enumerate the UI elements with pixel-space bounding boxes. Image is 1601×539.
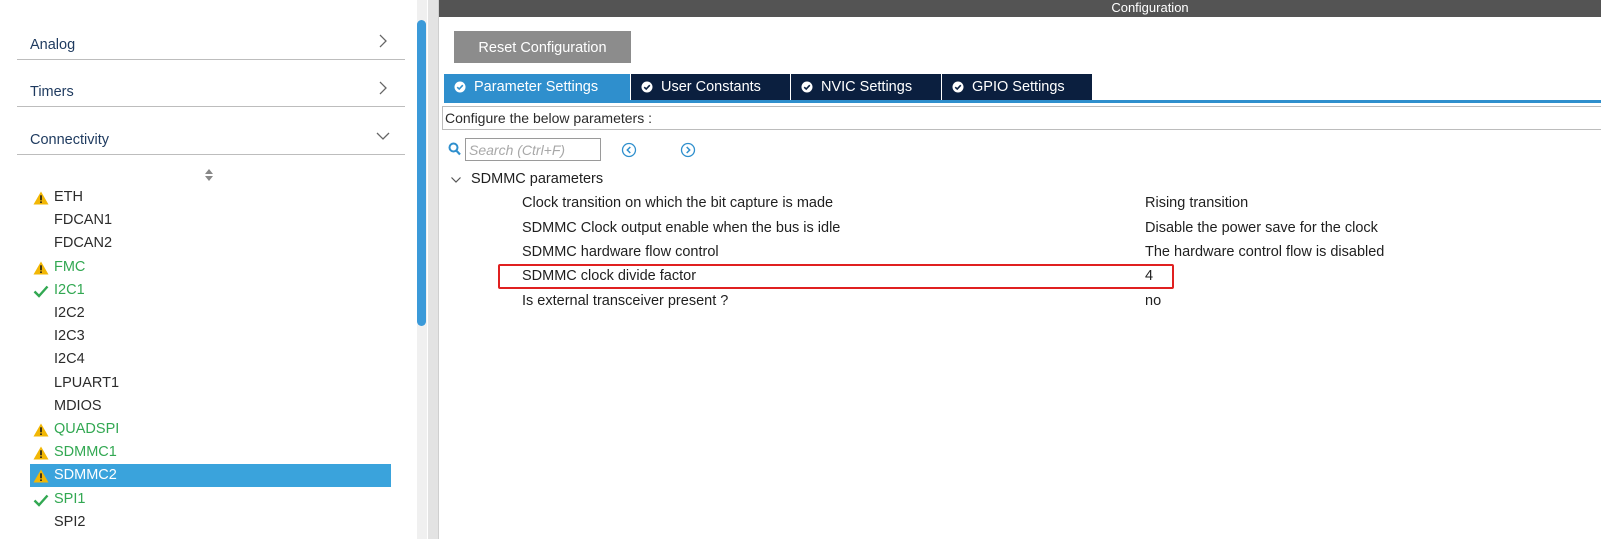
peripheral-item-fdcan1[interactable]: FDCAN1 [30, 209, 391, 232]
chevron-down-icon [376, 132, 390, 140]
parameter-value[interactable]: no [1145, 293, 1161, 309]
chevron-right-icon [379, 81, 387, 95]
category-connectivity[interactable]: Connectivity [17, 124, 405, 155]
tab-label: User Constants [661, 79, 761, 95]
peripheral-label: FMC [54, 258, 86, 275]
category-label: Timers [30, 84, 74, 100]
parameter-value[interactable]: 4 [1145, 268, 1153, 284]
category-label: Analog [30, 37, 76, 53]
tab-gpio-settings[interactable]: GPIO Settings [942, 74, 1093, 100]
warning-triangle-icon [33, 191, 49, 205]
sort-icon[interactable] [203, 167, 215, 183]
peripheral-item-mdios[interactable]: MDIOS [30, 395, 391, 418]
parameter-row[interactable]: Clock transition on which the bit captur… [522, 195, 1522, 217]
peripheral-label: FDCAN2 [54, 235, 113, 252]
peripheral-label: SPI1 [54, 490, 86, 507]
tab-label: NVIC Settings [821, 79, 913, 95]
sidebar: Analog Timers Connectivity ETH FDCAN1 FDCA… [0, 0, 418, 539]
warning-triangle-icon [33, 469, 49, 483]
configuration-header: Configuration [439, 0, 1601, 17]
check-circle-icon [454, 81, 466, 93]
chevron-right-icon [379, 34, 387, 48]
category-label: Connectivity [30, 132, 109, 148]
circle-chevron-right-icon[interactable] [680, 142, 696, 158]
configuration-title: Configuration [1111, 0, 1189, 15]
peripheral-label: I2C4 [54, 351, 85, 368]
parameter-name: SDMMC hardware flow control [522, 244, 719, 260]
parameter-name: SDMMC Clock output enable when the bus i… [522, 220, 841, 236]
peripheral-label: QUADSPI [54, 421, 120, 437]
peripheral-label: I2C1 [54, 281, 85, 298]
parameter-row[interactable]: SDMMC Clock output enable when the bus i… [522, 220, 1522, 242]
warning-triangle-icon [33, 261, 49, 275]
parameter-value[interactable]: Rising transition [1145, 195, 1248, 211]
chevron-down-icon [451, 177, 461, 183]
peripheral-label: ETH [54, 189, 83, 205]
peripheral-item-eth[interactable]: ETH [30, 186, 391, 209]
check-icon [33, 285, 49, 298]
peripheral-item-fdcan2[interactable]: FDCAN2 [30, 232, 391, 255]
peripheral-label: FDCAN1 [54, 212, 113, 229]
check-icon [33, 494, 49, 507]
peripheral-label: MDIOS [54, 397, 102, 414]
description-text: Configure the below parameters : [445, 110, 652, 126]
description-bar: Configure the below parameters : [442, 106, 1601, 130]
tab-underline [444, 100, 1601, 103]
tab-nvic-settings[interactable]: NVIC Settings [791, 74, 942, 100]
reset-configuration-button[interactable]: Reset Configuration [454, 31, 631, 63]
category-timers[interactable]: Timers [17, 76, 405, 107]
peripheral-item-i2c1[interactable]: I2C1 [30, 279, 391, 302]
warning-triangle-icon [33, 446, 49, 460]
parameter-name: Clock transition on which the bit captur… [522, 195, 834, 211]
parameter-name: Is external transceiver present ? [522, 293, 729, 309]
circle-chevron-left-icon[interactable] [621, 142, 637, 158]
peripheral-label: SDMMC2 [54, 467, 117, 484]
peripheral-item-fmc[interactable]: FMC [30, 256, 391, 279]
search-icon[interactable] [448, 142, 461, 156]
peripheral-item-quadspi[interactable]: QUADSPI [30, 418, 391, 441]
check-circle-icon [952, 81, 964, 93]
parameter-row[interactable]: SDMMC hardware flow control The hardware … [522, 244, 1522, 266]
parameter-value[interactable]: Disable the power save for the clock [1145, 220, 1378, 236]
peripheral-item-lpuart1[interactable]: LPUART1 [30, 372, 391, 395]
parameter-name: SDMMC clock divide factor [522, 268, 697, 284]
peripheral-item-sdmmc2[interactable]: SDMMC2 [30, 464, 391, 488]
parameter-row[interactable]: SDMMC clock divide factor 4 [522, 268, 1522, 290]
peripheral-item-i2c2[interactable]: I2C2 [30, 302, 391, 325]
tab-label: Parameter Settings [474, 79, 599, 95]
peripheral-label: I2C2 [54, 305, 85, 321]
tab-user-constants[interactable]: User Constants [631, 74, 791, 100]
peripheral-item-i2c3[interactable]: I2C3 [30, 325, 391, 348]
peripheral-item-i2c4[interactable]: I2C4 [30, 348, 391, 371]
tab-parameter-settings[interactable]: Parameter Settings [444, 74, 631, 100]
peripheral-label: LPUART1 [54, 374, 120, 391]
check-circle-icon [801, 81, 813, 93]
group-label: SDMMC parameters [471, 171, 604, 187]
check-circle-icon [641, 81, 653, 93]
tab-label: GPIO Settings [972, 79, 1065, 95]
peripheral-item-spi2[interactable]: SPI2 [30, 511, 391, 534]
peripheral-item-spi1[interactable]: SPI1 [30, 488, 391, 511]
search-input[interactable] [465, 138, 601, 161]
peripheral-label: SDMMC1 [54, 444, 117, 461]
peripheral-label: I2C3 [54, 328, 85, 345]
parameter-row[interactable]: Is external transceiver present ? no [522, 293, 1522, 315]
peripheral-label: SPI2 [54, 513, 86, 530]
peripheral-item-sdmmc1[interactable]: SDMMC1 [30, 441, 391, 464]
scrollbar-thumb[interactable] [417, 20, 426, 326]
parameter-value[interactable]: The hardware control flow is disabled [1145, 244, 1384, 260]
warning-triangle-icon [33, 423, 49, 437]
panel-splitter[interactable] [428, 0, 439, 539]
category-analog[interactable]: Analog [17, 29, 405, 60]
